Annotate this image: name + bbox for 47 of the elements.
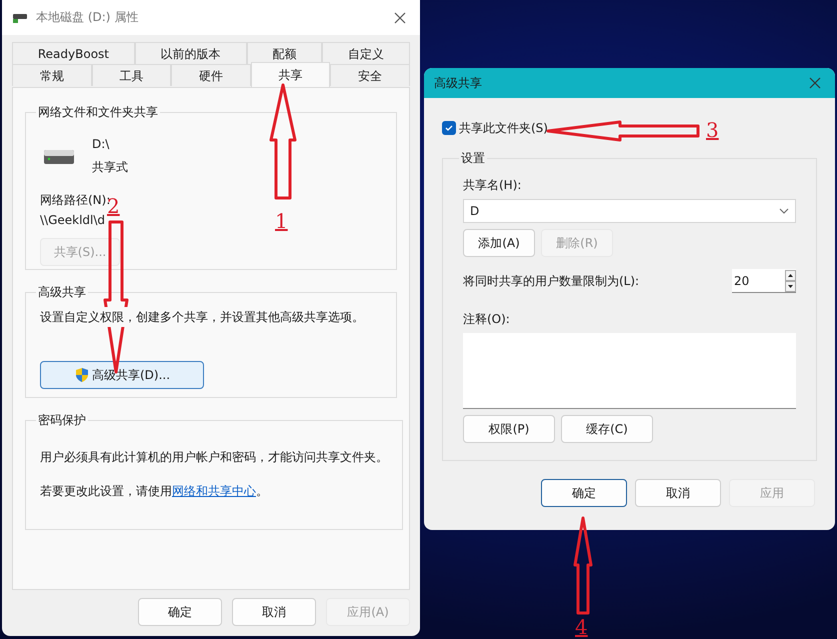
dialog-button[interactable]: 确定 bbox=[138, 598, 222, 626]
network-path: \\Geekldl\d bbox=[40, 212, 106, 229]
drive-name: D:\ bbox=[92, 137, 110, 151]
user-limit-spinner[interactable]: 20 bbox=[732, 269, 796, 293]
window-title: 本地磁盘 (D:) 属性 bbox=[36, 9, 140, 26]
comment-field[interactable] bbox=[463, 333, 796, 409]
dialog-button[interactable]: 取消 bbox=[232, 598, 316, 626]
share-status: 共享式 bbox=[92, 159, 128, 176]
share-name-label: 共享名(H): bbox=[463, 177, 522, 194]
close-icon[interactable] bbox=[809, 77, 821, 89]
limit-label: 将同时共享的用户数量限制为(L): bbox=[463, 273, 640, 290]
dialog-button[interactable]: 取消 bbox=[635, 479, 721, 507]
tab[interactable]: 安全 bbox=[330, 64, 410, 86]
close-icon[interactable] bbox=[394, 12, 406, 24]
annotation-number: 4 bbox=[575, 614, 588, 639]
tab[interactable]: 以前的版本 bbox=[134, 42, 247, 64]
shield-icon bbox=[74, 367, 90, 383]
settings-button[interactable]: 权限(P) bbox=[463, 415, 555, 443]
tab[interactable]: ReadyBoost bbox=[12, 42, 135, 64]
checkbox-icon bbox=[442, 121, 456, 135]
chevron-down-icon bbox=[779, 208, 789, 214]
password-note: 用户必须具有此计算机的用户帐户和密码，才能访问共享文件夹。 bbox=[40, 449, 388, 466]
group-title: 高级共享 bbox=[37, 284, 87, 301]
tab[interactable]: 硬件 bbox=[171, 64, 251, 86]
group-title: 密码保护 bbox=[37, 412, 87, 429]
window-title: 高级共享 bbox=[434, 74, 483, 92]
tab[interactable]: 配额 bbox=[246, 42, 322, 64]
up-down-arrows-icon bbox=[785, 270, 796, 292]
drive-icon bbox=[44, 150, 74, 164]
share-checkbox[interactable]: 共享此文件夹(S) bbox=[442, 118, 548, 138]
network-center-link[interactable]: 网络和共享中心 bbox=[172, 484, 256, 498]
annotation-number: 1 bbox=[275, 208, 288, 234]
drive-icon bbox=[12, 12, 28, 24]
comment-label: 注释(O): bbox=[463, 311, 510, 328]
annotation-number: 3 bbox=[706, 117, 719, 143]
group-title: 网络文件和文件夹共享 bbox=[37, 104, 159, 121]
name-button[interactable]: 添加(A) bbox=[463, 229, 535, 257]
tab[interactable]: 常规 bbox=[12, 64, 92, 86]
tab[interactable]: 工具 bbox=[92, 64, 172, 86]
share-name-dropdown[interactable]: D bbox=[463, 199, 796, 223]
settings-button[interactable]: 缓存(C) bbox=[561, 415, 653, 443]
group-title: 设置 bbox=[460, 150, 486, 167]
dialog-button[interactable]: 确定 bbox=[541, 479, 627, 507]
settings-note: 若要更改此设置，请使用网络和共享中心。 bbox=[40, 483, 268, 500]
tab[interactable]: 自定义 bbox=[322, 42, 410, 64]
advanced-sharing-button[interactable]: 高级共享(D)... bbox=[40, 361, 204, 389]
tab[interactable]: 共享 bbox=[250, 62, 330, 87]
